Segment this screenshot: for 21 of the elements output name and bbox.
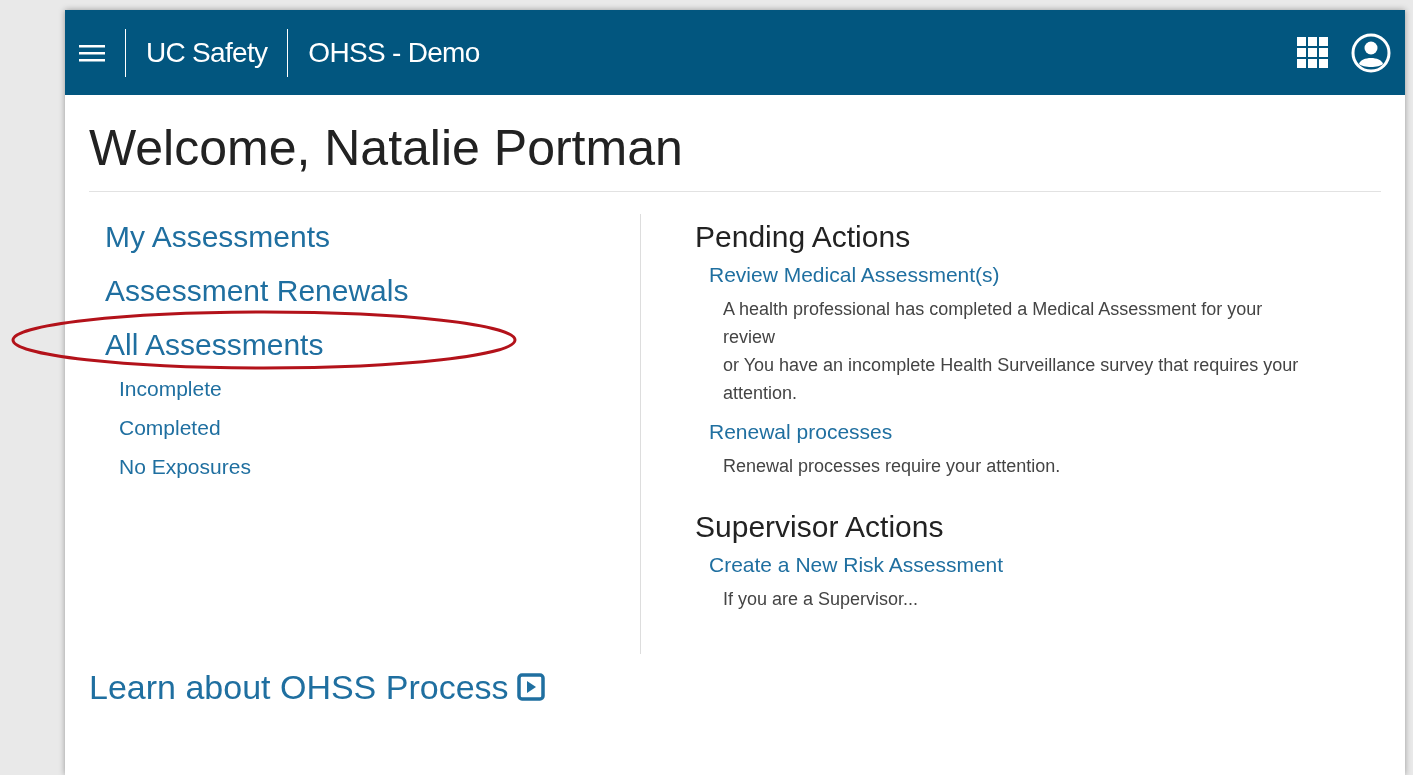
section-heading: Pending Actions — [695, 222, 912, 252]
user-avatar-icon[interactable] — [1351, 32, 1391, 73]
play-icon[interactable] — [516, 673, 545, 701]
section-heading: Supervisor Actions — [695, 512, 945, 542]
action-description: If you are a Supervisor... — [723, 588, 920, 611]
apps-grid-icon[interactable] — [1297, 36, 1329, 69]
menu-icon[interactable] — [79, 42, 105, 63]
action-description: or You have an incomplete Health Surveillance survey that requires your attention. — [723, 354, 1300, 405]
action-link[interactable]: Create a New Risk Assessment — [709, 553, 1004, 576]
app-title: OHSS - Demo — [308, 35, 480, 70]
section-link[interactable]: Assessment Renewals — [105, 274, 409, 307]
section-link[interactable]: My Assessments — [105, 220, 331, 253]
brand-title[interactable]: UC Safety — [146, 31, 268, 74]
welcome-heading: Welcome, Natalie Portman — [89, 123, 1381, 192]
action-link[interactable]: Review Medical Assessment(s) — [709, 263, 1000, 286]
sub-link[interactable]: Completed — [119, 417, 640, 438]
sub-link[interactable]: No Exposures — [119, 456, 640, 477]
action-description: Renewal processes require your attention. — [723, 455, 1062, 478]
action-link[interactable]: Renewal processes — [709, 420, 893, 443]
learn-link[interactable]: Learn about OHSS Process — [89, 670, 509, 704]
sub-link[interactable]: Incomplete — [119, 378, 640, 399]
